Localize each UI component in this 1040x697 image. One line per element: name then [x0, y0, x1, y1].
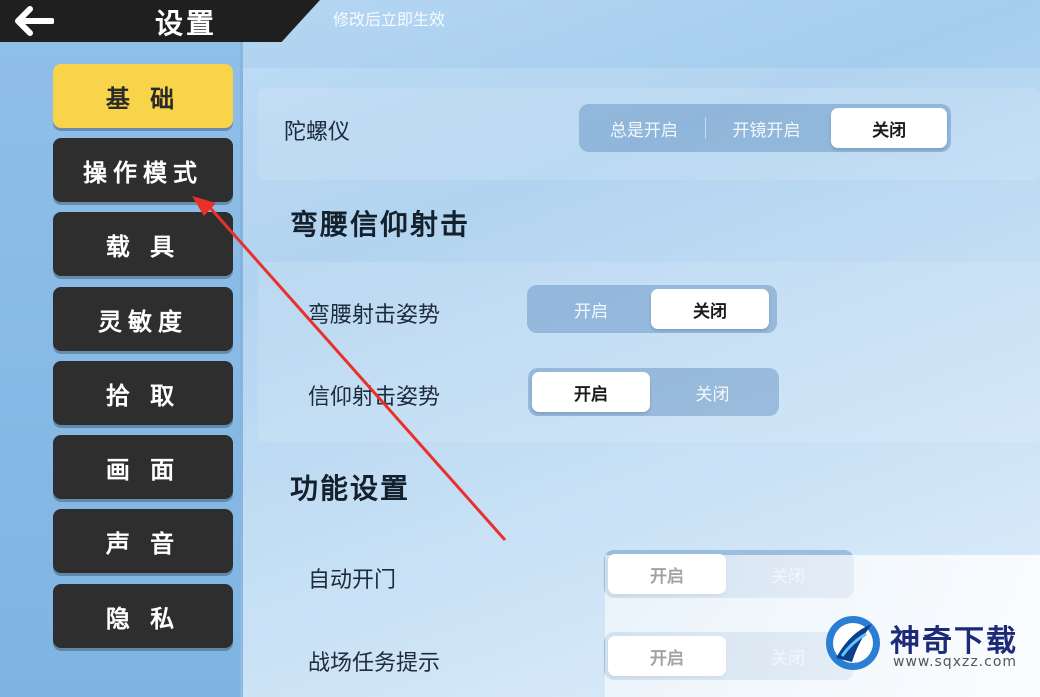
sidebar-item-basic[interactable]: 基 础	[53, 64, 233, 128]
crouch-shot-label: 弯腰射击姿势	[308, 303, 441, 328]
sidebar-item-vehicle[interactable]: 载 具	[53, 212, 233, 276]
faith-shot-on[interactable]: 开启	[532, 372, 650, 412]
gyro-segmented-control: 总是开启 开镜开启 关闭	[579, 104, 951, 152]
faith-shot-off[interactable]: 关闭	[650, 372, 775, 412]
lean-section-title: 弯腰信仰射击	[290, 208, 471, 241]
gyro-option-always[interactable]: 总是开启	[583, 108, 705, 148]
crouch-shot-on[interactable]: 开启	[531, 289, 651, 329]
battle-hint-label: 战场任务提示	[308, 651, 441, 676]
gyro-option-off[interactable]: 关闭	[831, 108, 947, 148]
back-arrow-icon[interactable]	[14, 6, 54, 36]
crouch-shot-toggle: 开启 关闭	[527, 285, 777, 333]
sidebar-item-sensitivity[interactable]: 灵敏度	[53, 287, 233, 351]
sidebar-item-sound[interactable]: 声 音	[53, 509, 233, 573]
faith-shot-toggle: 开启 关闭	[528, 368, 779, 416]
watermark-url: www.sqxzz.com	[893, 654, 1018, 670]
sidebar-item-graphics[interactable]: 画 面	[53, 435, 233, 499]
sidebar-item-privacy[interactable]: 隐 私	[53, 584, 233, 648]
gyro-label: 陀螺仪	[284, 120, 351, 145]
crouch-shot-off[interactable]: 关闭	[651, 289, 769, 329]
function-section-title: 功能设置	[290, 472, 411, 505]
apply-immediately-hint: 修改后立即生效	[333, 10, 446, 29]
watermark-logo-icon	[826, 616, 880, 670]
page-title: 设置	[155, 7, 218, 40]
sidebar-item-pickup[interactable]: 拾 取	[53, 361, 233, 425]
sidebar-item-control-mode[interactable]: 操作模式	[53, 138, 233, 202]
auto-door-label: 自动开门	[308, 568, 397, 593]
faith-shot-label: 信仰射击姿势	[308, 385, 441, 410]
gyro-option-scope[interactable]: 开镜开启	[706, 108, 828, 148]
